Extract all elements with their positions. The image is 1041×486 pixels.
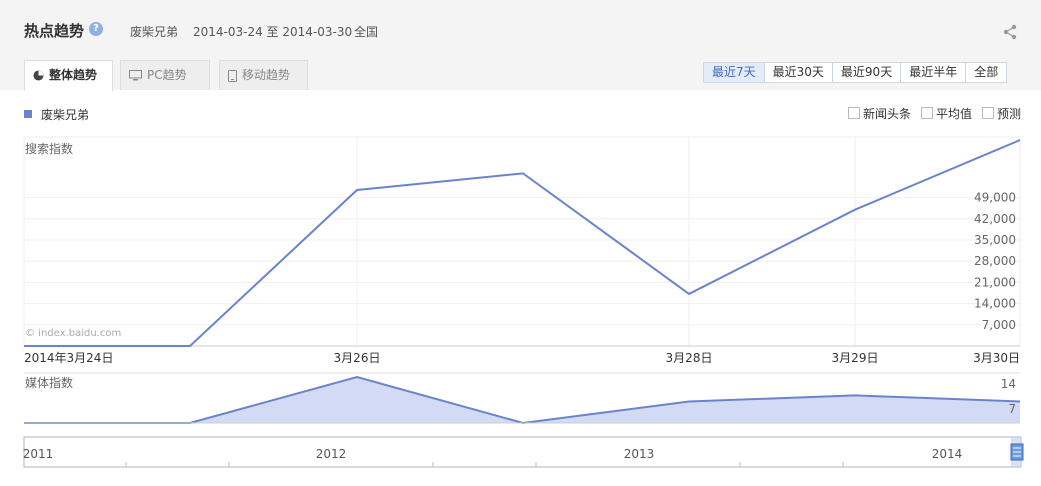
range-all[interactable]: 全部: [965, 63, 1006, 82]
legend-swatch: [24, 110, 32, 118]
option-news-headlines[interactable]: 新闻头条: [848, 105, 911, 122]
mobile-icon: [228, 69, 237, 82]
tab-label: 移动趋势: [242, 68, 291, 82]
option-label: 预测: [997, 107, 1022, 121]
page-title: 热点趋势: [24, 22, 85, 40]
plot-area: [23, 136, 1021, 347]
pie-icon: [33, 70, 44, 81]
checkbox[interactable]: [982, 107, 994, 119]
timeline-year-label: 2012: [316, 447, 347, 461]
share-icon[interactable]: [1002, 24, 1018, 40]
y-tick-label: 21,000: [974, 275, 1016, 289]
watermark: © index.baidu.com: [25, 328, 121, 339]
x-tick-label: 3月30日: [973, 351, 1020, 365]
question-icon[interactable]: ?: [89, 22, 103, 36]
timeline-selection[interactable]: [1011, 437, 1021, 467]
tab-overall-trend[interactable]: 整体趋势: [24, 60, 113, 91]
timeline-year-label: 2013: [624, 447, 655, 461]
search-index-title: 搜索指数: [25, 141, 73, 156]
y-tick-label: 7,000: [982, 318, 1016, 332]
option-label: 新闻头条: [863, 107, 912, 121]
timeline-year-label: 2014: [932, 447, 963, 461]
timeline-handle[interactable]: [1010, 443, 1024, 461]
y-tick-label: 14,000: [974, 297, 1016, 311]
tab-label: PC趋势: [147, 68, 187, 82]
date-range: 2014-03-24 至 2014-03-30: [193, 25, 353, 39]
x-tick-label: 2014年3月24日: [24, 351, 113, 365]
checkbox[interactable]: [921, 107, 933, 119]
x-tick-label: 3月26日: [334, 351, 381, 365]
keyword-label: 废柴兄弟: [130, 25, 179, 39]
chart-legend[interactable]: 废柴兄弟: [24, 106, 89, 123]
option-average[interactable]: 平均值: [921, 105, 972, 122]
tab-mobile-trend[interactable]: 移动趋势: [219, 60, 308, 90]
monitor-icon: [129, 70, 142, 81]
y-tick-label: 14: [1001, 377, 1016, 391]
y-tick-label: 7: [1008, 402, 1016, 416]
media-index-line: [24, 375, 1021, 425]
y-tick-label: 28,000: [974, 254, 1016, 268]
legend-label: 废柴兄弟: [41, 108, 90, 122]
range-7-days[interactable]: 最近7天: [704, 63, 764, 82]
tab-label: 整体趋势: [49, 68, 98, 82]
search-index-line: [24, 139, 1021, 347]
y-tick-label: 49,000: [974, 191, 1016, 205]
x-tick-label: 3月29日: [832, 351, 879, 365]
y-tick-label: 42,000: [974, 212, 1016, 226]
checkbox[interactable]: [848, 107, 860, 119]
option-forecast[interactable]: 预测: [982, 105, 1021, 122]
region-label: 全国: [354, 25, 379, 39]
timeline-year-label: 2011: [23, 447, 54, 461]
y-tick-label: 35,000: [974, 233, 1016, 247]
range-half-year[interactable]: 最近半年: [900, 63, 965, 82]
range-30-days[interactable]: 最近30天: [763, 63, 832, 82]
option-label: 平均值: [936, 107, 973, 121]
tab-pc-trend[interactable]: PC趋势: [120, 60, 210, 90]
media-index-area: [24, 377, 1020, 423]
range-selector: 最近7天 最近30天 最近90天 最近半年 全部: [703, 62, 1008, 83]
timeline-navigator[interactable]: [23, 436, 1022, 468]
media-index-title: 媒体指数: [25, 375, 73, 390]
x-tick-label: 3月28日: [666, 351, 713, 365]
range-90-days[interactable]: 最近90天: [831, 63, 900, 82]
